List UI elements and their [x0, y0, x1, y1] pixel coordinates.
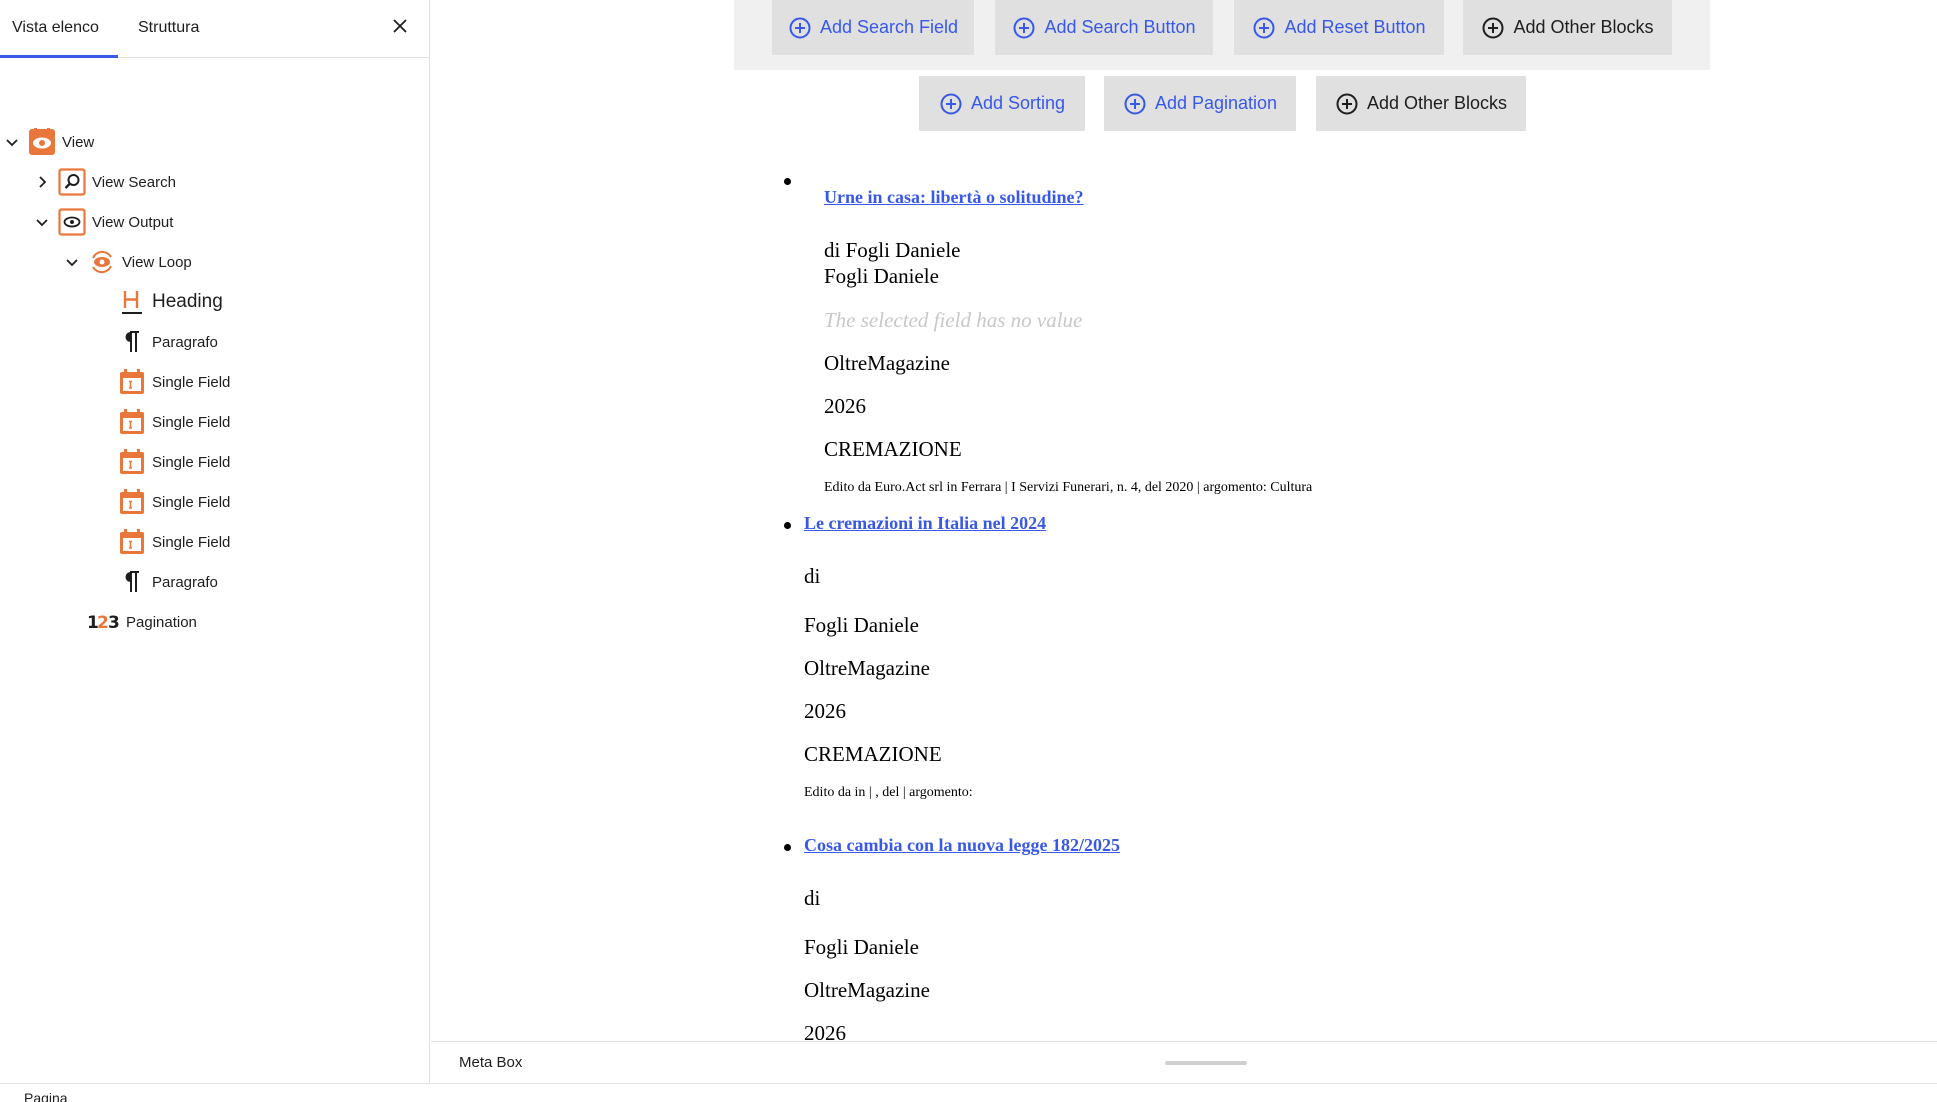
list-bullet — [784, 178, 791, 185]
breadcrumb-pagina[interactable]: Pagina — [24, 1090, 68, 1102]
item-title-link[interactable]: Le cremazioni in Italia nel 2024 — [804, 513, 1046, 534]
tree-item-paragrafo[interactable]: Paragrafo — [118, 562, 218, 602]
tree-item-single-field[interactable]: Single Field — [118, 442, 230, 482]
paragraph-icon — [118, 328, 146, 356]
tree-item-single-field[interactable]: Single Field — [118, 362, 230, 402]
meta-box-panel: Meta Box — [431, 1041, 1937, 1083]
tree-item-view-loop[interactable]: View Loop — [64, 242, 192, 282]
item-author: Fogli Daniele — [804, 613, 919, 637]
chevron-down-icon[interactable] — [4, 134, 20, 150]
calendar-field-icon — [118, 368, 146, 396]
tree-item-single-field[interactable]: Single Field — [118, 482, 230, 522]
tree-item-label: Single Field — [152, 533, 231, 551]
tree-item-single-field[interactable]: Single Field — [118, 402, 230, 442]
tree-item-view[interactable]: View — [4, 122, 94, 162]
item-author-line: di — [804, 886, 821, 910]
search-icon — [58, 168, 86, 196]
list-view-sidebar: Vista elenco Struttura View View Search … — [0, 0, 430, 1083]
item-category: CREMAZIONE — [824, 437, 962, 461]
calendar-field-icon — [118, 448, 146, 476]
item-title-link[interactable]: Cosa cambia con la nuova legge 182/2025 — [804, 835, 1120, 856]
paragraph-icon — [118, 568, 146, 596]
item-publication: OltreMagazine — [804, 656, 930, 680]
tree-item-label: Single Field — [152, 373, 231, 391]
eye-icon — [28, 128, 56, 156]
item-footer: Edito da in | , del | argomento: — [804, 785, 973, 800]
tree-item-label: Paragrafo — [152, 333, 218, 351]
item-author: Fogli Daniele — [804, 935, 919, 959]
pagination-123-icon: 123 — [86, 608, 120, 636]
item-category: CREMAZIONE — [804, 742, 942, 766]
editor-footer-breadcrumb: Pagina — [0, 1083, 1937, 1102]
svg-text:3: 3 — [108, 613, 120, 633]
tree-item-heading[interactable]: Heading — [118, 282, 223, 322]
close-icon[interactable] — [388, 14, 412, 38]
sidebar-tabs: Vista elenco Struttura — [0, 0, 429, 58]
tree-item-single-field[interactable]: Single Field — [118, 522, 230, 562]
item-publication: OltreMagazine — [824, 351, 950, 375]
heading-icon — [118, 288, 146, 316]
tree-item-pagination[interactable]: 123 Pagination — [86, 602, 197, 642]
item-author: Fogli Daniele — [824, 264, 939, 288]
list-bullet — [784, 522, 791, 529]
chevron-down-icon[interactable] — [64, 254, 80, 270]
meta-box-label[interactable]: Meta Box — [459, 1054, 522, 1071]
calendar-field-icon — [118, 528, 146, 556]
tab-vista-elenco[interactable]: Vista elenco — [12, 0, 99, 58]
tree-item-label: Single Field — [152, 493, 231, 511]
tree-item-label: Single Field — [152, 413, 231, 431]
tree-item-label: Paragrafo — [152, 573, 218, 591]
chevron-right-icon[interactable] — [34, 174, 50, 190]
editor-canvas: Add Search Field Add Search Button Add R… — [431, 0, 1937, 1041]
tree-item-label: View Search — [92, 173, 176, 191]
tree-item-label: View Loop — [122, 253, 192, 271]
item-publication: OltreMagazine — [804, 978, 930, 1002]
tree-item-label: View — [62, 133, 95, 151]
tree-item-paragrafo[interactable]: Paragrafo — [118, 322, 218, 362]
tab-struttura[interactable]: Struttura — [138, 0, 199, 58]
active-tab-indicator — [0, 55, 118, 58]
item-author-line: di Fogli Daniele — [824, 238, 961, 262]
item-year: 2026 — [804, 699, 846, 723]
tree-item-label: View Output — [92, 213, 174, 231]
item-year: 2026 — [824, 394, 866, 418]
resize-handle[interactable] — [1165, 1061, 1247, 1065]
tree-item-label: Single Field — [152, 453, 231, 471]
item-footer: Edito da Euro.Act srl in Ferrara | I Ser… — [824, 480, 1313, 495]
tree-item-view-search[interactable]: View Search — [34, 162, 176, 202]
item-title-link[interactable]: Urne in casa: libertà o solitudine? — [824, 187, 1084, 208]
item-author-line: di — [804, 564, 821, 588]
chevron-down-icon[interactable] — [34, 214, 50, 230]
calendar-field-icon — [118, 488, 146, 516]
eye-icon — [58, 208, 86, 236]
calendar-field-icon — [118, 408, 146, 436]
tree-item-view-output[interactable]: View Output — [34, 202, 173, 242]
view-loop-output: Urne in casa: libertà o solitudine? di F… — [431, 0, 1937, 1041]
loop-icon — [88, 248, 116, 276]
tree-item-label: Pagination — [126, 613, 197, 631]
tree-item-label: Heading — [152, 291, 223, 312]
empty-field-placeholder: The selected field has no value — [824, 308, 1083, 332]
item-year: 2026 — [804, 1021, 846, 1041]
list-bullet — [784, 844, 791, 851]
